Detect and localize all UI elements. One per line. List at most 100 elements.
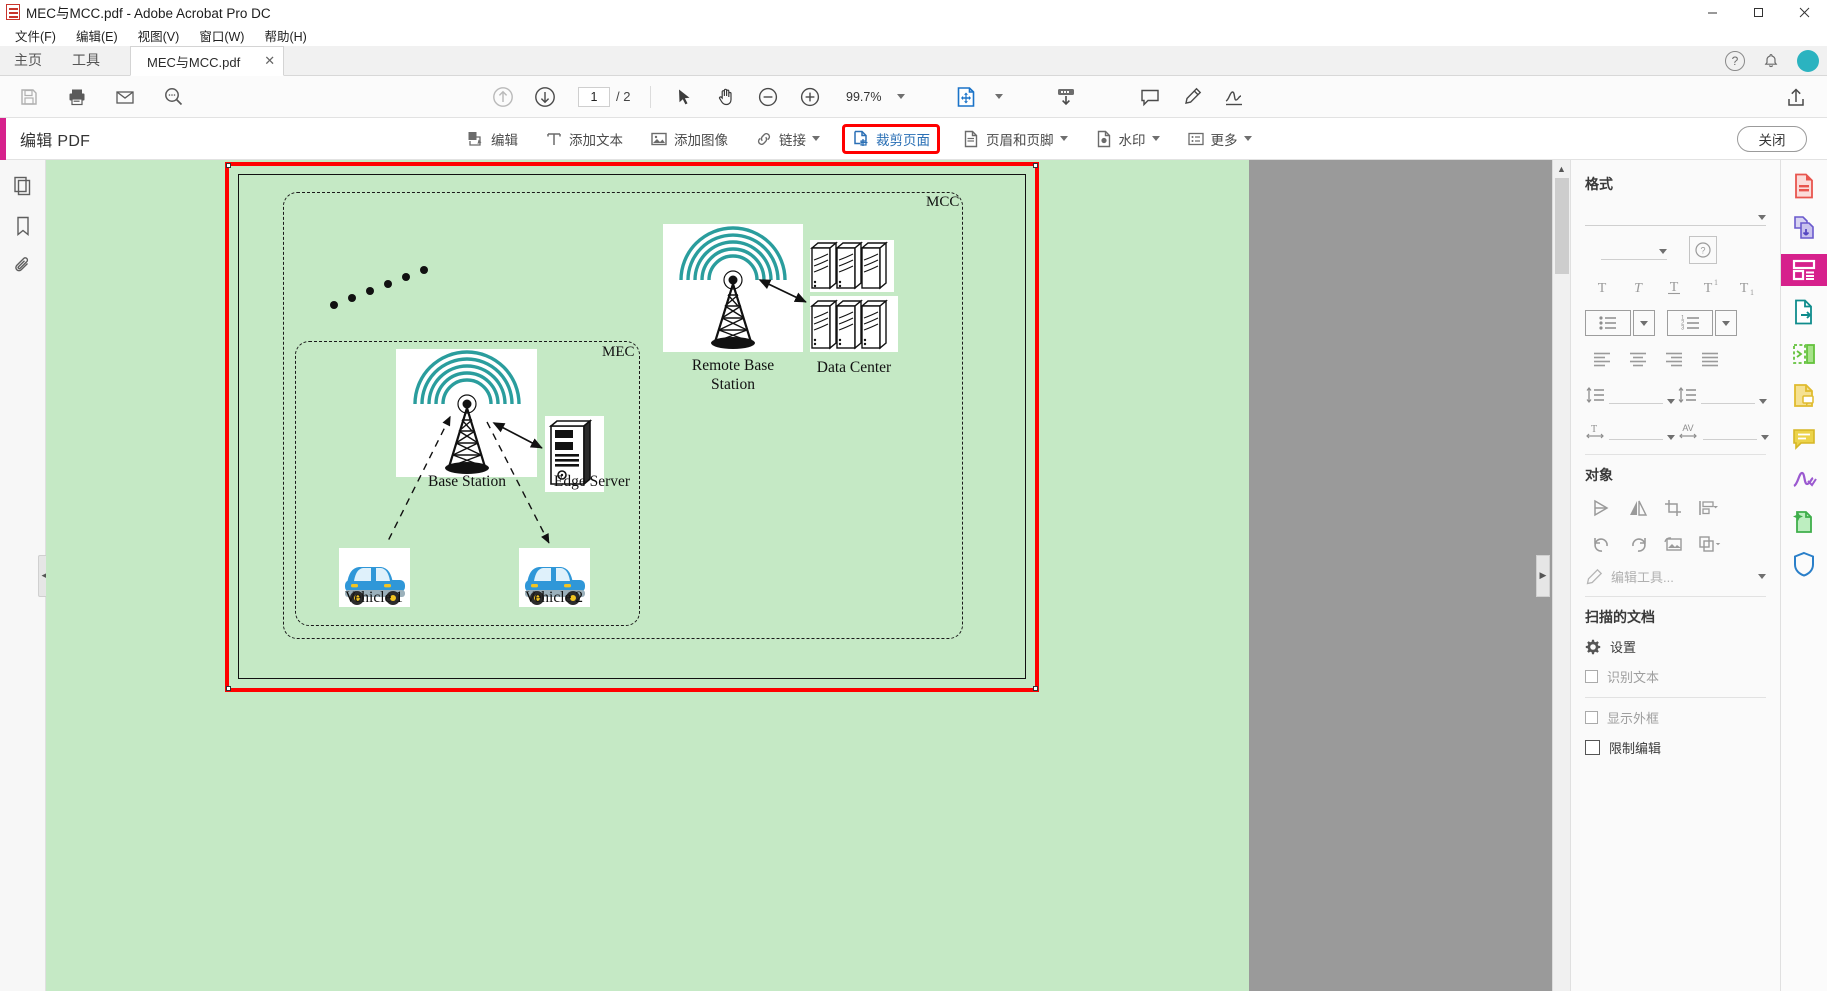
numbered-list-button[interactable]: 123 — [1667, 310, 1713, 336]
highlight-pen-icon[interactable] — [1179, 84, 1205, 110]
zoom-in-icon[interactable] — [797, 84, 823, 110]
chevron-down-icon[interactable] — [1761, 435, 1769, 440]
flip-horizontal-icon[interactable] — [1585, 495, 1619, 521]
watermark-tool[interactable]: 水印 — [1090, 125, 1165, 153]
chevron-down-icon[interactable] — [1659, 249, 1667, 254]
tool-comment[interactable] — [1786, 380, 1822, 412]
page-number-input[interactable]: 1 — [578, 86, 610, 107]
menu-view[interactable]: 视图(V) — [129, 24, 189, 47]
chevron-down-icon[interactable] — [1758, 574, 1766, 579]
tool-organize-pages[interactable] — [1786, 338, 1822, 370]
chevron-down-icon[interactable] — [1640, 320, 1648, 326]
tool-protect[interactable] — [1786, 548, 1822, 580]
rotate-left-icon[interactable] — [1585, 531, 1619, 557]
edit-tool[interactable]: 编辑 — [462, 125, 523, 153]
bullet-list-options[interactable] — [1633, 310, 1655, 336]
underline-button[interactable]: T — [1657, 274, 1691, 300]
document-tab[interactable]: MEC与MCC.pdf ✕ — [130, 46, 285, 76]
bell-icon[interactable] — [1763, 53, 1779, 69]
avatar[interactable] — [1797, 50, 1819, 72]
checkbox-box[interactable] — [1585, 670, 1598, 683]
rotate-right-icon[interactable] — [1621, 531, 1655, 557]
bold-button[interactable]: T — [1585, 274, 1619, 300]
align-right-button[interactable] — [1657, 346, 1691, 372]
save-icon[interactable] — [16, 84, 42, 110]
tab-tools[interactable]: 工具 — [64, 50, 108, 70]
tool-fill-sign[interactable] — [1786, 464, 1822, 496]
chevron-down-icon[interactable] — [1758, 215, 1766, 220]
close-editor-button[interactable]: 关闭 — [1737, 125, 1807, 152]
add-image-tool[interactable]: 添加图像 — [645, 125, 733, 153]
cursor-icon[interactable] — [671, 84, 697, 110]
crop-icon[interactable] — [1657, 495, 1691, 521]
zoom-out-icon[interactable] — [755, 84, 781, 110]
align-center-button[interactable] — [1621, 346, 1655, 372]
chevron-down-icon[interactable] — [1151, 136, 1160, 141]
zoom-level-label[interactable]: 99.7% — [839, 90, 881, 104]
tool-combine-files[interactable] — [1786, 212, 1822, 244]
search-icon[interactable] — [160, 84, 186, 110]
scrollbar-thumb[interactable] — [1555, 178, 1569, 274]
font-help-button[interactable]: ? — [1689, 236, 1717, 264]
page-thumbnails-icon[interactable] — [11, 174, 35, 198]
scroll-up-arrow[interactable]: ▲ — [1553, 160, 1570, 178]
font-size-select[interactable] — [1601, 240, 1667, 260]
chevron-down-icon[interactable] — [1667, 435, 1675, 440]
superscript-button[interactable]: T1 — [1693, 274, 1727, 300]
menu-help[interactable]: 帮助(H) — [255, 24, 315, 47]
italic-button[interactable]: T — [1621, 274, 1655, 300]
share-icon[interactable] — [1783, 84, 1809, 110]
font-family-select[interactable] — [1585, 206, 1766, 226]
flip-vertical-icon[interactable] — [1621, 495, 1655, 521]
download-page-icon[interactable] — [1053, 84, 1079, 110]
menu-window[interactable]: 窗口(W) — [190, 24, 253, 47]
horizontal-scale-input[interactable] — [1609, 422, 1663, 440]
arrange-objects-icon[interactable] — [1693, 531, 1727, 557]
chevron-down-icon[interactable] — [1243, 136, 1252, 141]
chevron-down-icon[interactable] — [1667, 399, 1675, 404]
page-down-icon[interactable] — [532, 84, 558, 110]
tool-comment-bubble[interactable] — [1786, 422, 1822, 454]
sign-icon[interactable] — [1221, 84, 1247, 110]
tool-enhance-scan[interactable] — [1786, 506, 1822, 538]
fit-page-icon[interactable] — [953, 84, 979, 110]
numbered-list-options[interactable] — [1715, 310, 1737, 336]
maximize-button[interactable] — [1735, 0, 1781, 24]
comment-icon[interactable] — [1137, 84, 1163, 110]
paragraph-spacing-input[interactable] — [1701, 386, 1755, 404]
close-icon[interactable]: ✕ — [264, 53, 275, 69]
bookmark-icon[interactable] — [11, 214, 35, 238]
restrict-edit-checkbox[interactable]: 限制编辑 — [1585, 738, 1766, 757]
edit-tool-placeholder[interactable]: 编辑工具... — [1611, 567, 1750, 586]
chevron-down-icon[interactable] — [812, 136, 820, 141]
checkbox-box[interactable] — [1585, 711, 1598, 724]
minimize-button[interactable] — [1689, 0, 1735, 24]
page-up-icon[interactable] — [490, 84, 516, 110]
more-tool[interactable]: 更多 — [1182, 125, 1257, 153]
add-text-tool[interactable]: 添加文本 — [540, 125, 628, 153]
viewer-scrollbar[interactable]: ▲ — [1552, 160, 1570, 991]
tool-edit-pdf[interactable] — [1780, 254, 1827, 286]
tool-export-pdf[interactable] — [1786, 296, 1822, 328]
replace-image-icon[interactable] — [1657, 531, 1691, 557]
menu-edit[interactable]: 编辑(E) — [67, 24, 127, 47]
chevron-down-icon[interactable] — [1759, 399, 1767, 404]
tab-home[interactable]: 主页 — [6, 50, 50, 70]
chevron-down-icon[interactable] — [995, 94, 1004, 99]
align-justify-button[interactable] — [1693, 346, 1727, 372]
line-spacing-input[interactable] — [1609, 386, 1663, 404]
question-circle-icon[interactable]: ? — [1725, 51, 1745, 71]
checkbox-box[interactable] — [1585, 740, 1600, 755]
align-left-button[interactable] — [1585, 346, 1619, 372]
crop-page-tool[interactable]: 裁剪页面 — [842, 123, 940, 154]
expand-right-panel-handle[interactable]: ▶ — [1536, 554, 1550, 597]
chevron-down-icon[interactable] — [1059, 136, 1068, 141]
email-icon[interactable] — [112, 84, 138, 110]
header-footer-tool[interactable]: 页眉和页脚 — [957, 125, 1073, 153]
character-spacing-input[interactable] — [1703, 422, 1757, 440]
chevron-down-icon[interactable] — [897, 94, 906, 99]
subscript-button[interactable]: T1 — [1729, 274, 1763, 300]
menu-file[interactable]: 文件(F) — [6, 24, 65, 47]
bullet-list-button[interactable] — [1585, 310, 1631, 336]
show-outline-checkbox[interactable]: 显示外框 — [1585, 708, 1766, 727]
